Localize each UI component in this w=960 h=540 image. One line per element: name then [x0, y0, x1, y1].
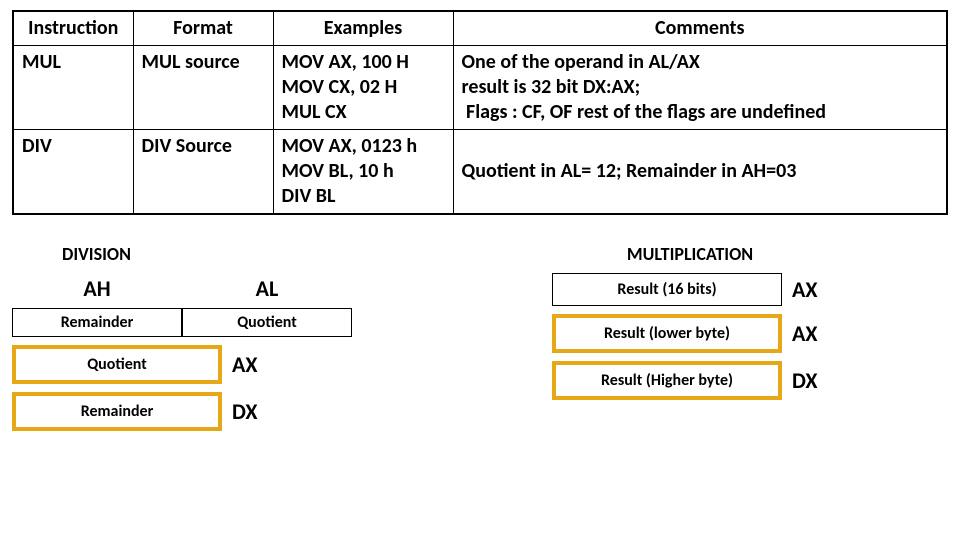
- remainder-reg: DX: [232, 398, 272, 425]
- cell-instr: MUL: [13, 46, 133, 130]
- reg-ah: AH: [12, 271, 182, 306]
- box-quotient: Quotient: [182, 308, 352, 337]
- col-examples: Examples: [273, 11, 453, 46]
- result-higher-box: Result (Higher byte): [552, 361, 782, 400]
- mult-lower-row: Result (lower byte) AX: [552, 314, 948, 353]
- result-higher-reg: DX: [792, 367, 832, 394]
- quotient-reg: AX: [232, 351, 272, 378]
- cell-examples: MOV AX, 100 H MOV CX, 02 H MUL CX: [273, 46, 453, 130]
- division-section: DIVISION AH AL Remainder Quotient Quotie…: [12, 243, 352, 431]
- cell-format: MUL source: [133, 46, 273, 130]
- multiplication-title: MULTIPLICATION: [432, 243, 948, 265]
- result-lower-reg: AX: [792, 320, 832, 347]
- cell-instr: DIV: [13, 130, 133, 215]
- cell-comments: One of the operand in AL/AX result is 32…: [453, 46, 947, 130]
- result-lower-box: Result (lower byte): [552, 314, 782, 353]
- multiplication-section: MULTIPLICATION Result (16 bits) AX Resul…: [432, 243, 948, 431]
- reg-al: AL: [182, 271, 352, 306]
- cell-comments: Quotient in AL= 12; Remainder in AH=03: [453, 130, 947, 215]
- division-box-pair: Remainder Quotient: [12, 308, 352, 337]
- cell-examples: MOV AX, 0123 h MOV BL, 10 h DIV BL: [273, 130, 453, 215]
- instruction-table: Instruction Format Examples Comments MUL…: [12, 10, 948, 215]
- division-reg-pair: AH AL: [12, 271, 352, 306]
- division-remainder-row: Remainder DX: [12, 392, 352, 431]
- table-header-row: Instruction Format Examples Comments: [13, 11, 947, 46]
- box-remainder: Remainder: [12, 308, 182, 337]
- result16-reg: AX: [792, 276, 832, 303]
- col-instruction: Instruction: [13, 11, 133, 46]
- division-quotient-row: Quotient AX: [12, 345, 352, 384]
- table-row: DIV DIV Source MOV AX, 0123 h MOV BL, 10…: [13, 130, 947, 215]
- division-title: DIVISION: [12, 243, 352, 265]
- mult-higher-row: Result (Higher byte) DX: [552, 361, 948, 400]
- table-row: MUL MUL source MOV AX, 100 H MOV CX, 02 …: [13, 46, 947, 130]
- cell-format: DIV Source: [133, 130, 273, 215]
- remainder-box: Remainder: [12, 392, 222, 431]
- col-format: Format: [133, 11, 273, 46]
- mult-result16-row: Result (16 bits) AX: [552, 273, 948, 306]
- quotient-box: Quotient: [12, 345, 222, 384]
- col-comments: Comments: [453, 11, 947, 46]
- result16-box: Result (16 bits): [552, 273, 782, 306]
